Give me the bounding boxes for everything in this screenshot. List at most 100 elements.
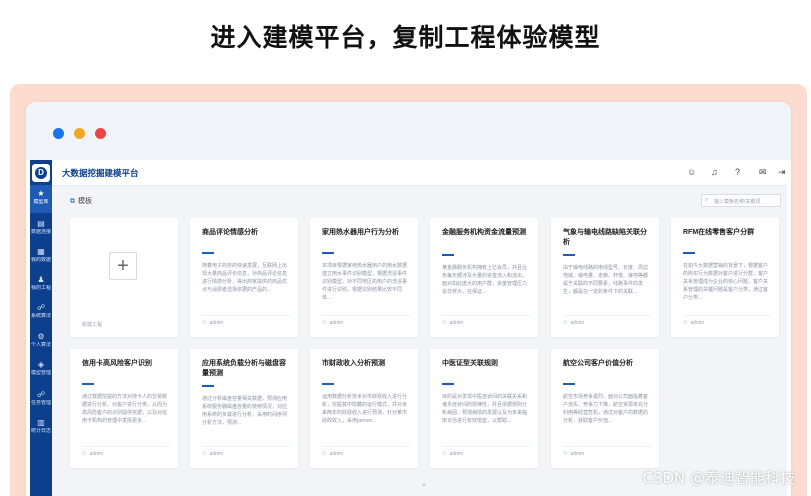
sidebar-item-5[interactable]: ⚙ 个人算法	[30, 328, 52, 356]
card-accent-bar	[442, 254, 454, 256]
card-author: ⚇ admin	[442, 320, 463, 326]
template-icon: ⧉	[70, 198, 75, 205]
new-project-label: 新建工程	[82, 322, 103, 328]
card-title: RFM在线零售客户分群	[683, 229, 755, 236]
sidebar-item-label: 个人算法	[30, 342, 51, 348]
template-card[interactable]: 气象与输电线路缺陷关联分析由于输电线路的电线型号、长度、周边地域、输电量、走廊、…	[551, 218, 659, 337]
section-header: ⧉ 模板	[70, 196, 92, 206]
card-title: 金融服务机构资金流量预测	[442, 229, 526, 236]
sidebar-item-3[interactable]: ♟ 我的工程	[30, 271, 52, 299]
sidebar-item-4[interactable]: ☍ 系统算法	[30, 299, 52, 327]
card-accent-bar	[442, 383, 454, 385]
card-author-name: admin	[209, 451, 224, 457]
user-icon: ⚇	[563, 320, 568, 326]
window-dot-red[interactable]	[95, 128, 106, 139]
search-input[interactable]: ⌕ 输入模板名称/关键词	[701, 194, 781, 207]
template-card[interactable]: 应用系统负载分析与磁盘容量预测 通过分析磁盘容量相关数据，预测应用系统服务器磁盘容…	[190, 349, 298, 468]
template-card[interactable]: 中医证型关联规则 目的是对发现中医症状间的关联关系和诸多症状间的规律性，并且依据规…	[430, 349, 538, 468]
help-icon[interactable]: ?	[735, 167, 740, 177]
sidebar-item-0[interactable]: ★ 模型库	[30, 185, 52, 213]
sidebar: D ★ 模型库 ▤ 数据连接 ▦ 我的数据 ♟ 我的工程 ☍ 系统算法 ⚙ 个人算法 ◈ 模型管理 ☍ 任务管…	[30, 160, 52, 496]
template-card[interactable]: RFM在线零售客户分群在如今大数据营销的背景下，根据客户的购买行为数据对客户进行…	[671, 218, 779, 337]
sidebar-item-6[interactable]: ◈ 模型管理	[30, 356, 52, 384]
sidebar-item-2[interactable]: ▦ 我的数据	[30, 243, 52, 271]
template-card[interactable]: 金融服务机构资金流量预测 某金融服务机构拥有上亿会员，并且业务每天都涉及大量的资金…	[430, 218, 538, 337]
template-card[interactable]: 市财政收入分析预测 运用数据分析技术对市财政收入进行分析，挖掘其中隐藏的运行模式，…	[310, 349, 418, 468]
card-divider	[202, 315, 290, 316]
logout-icon[interactable]: ⇥	[778, 167, 786, 177]
sidebar-item-label: 模型管理	[30, 370, 51, 376]
plus-icon[interactable]: +	[109, 252, 137, 280]
card-description: 由于输电线路的电线型号、长度、周边地域、输电量、走廊、杆塔、接地等都属于关联的不…	[563, 265, 649, 295]
search-icon: ⌕	[705, 197, 709, 203]
sidebar-item-label: 统计日志	[30, 428, 51, 434]
sidebar-item-label: 我的工程	[30, 285, 51, 291]
model-manage-icon: ◈	[37, 360, 45, 369]
card-divider	[683, 315, 771, 316]
card-description: 在如今大数据营销的背景下，根据客户的购买行为数据对客户进行分群，客户关系管理成为…	[683, 263, 769, 301]
app-title: 大数据挖掘建模平台	[62, 168, 139, 178]
card-title: 气象与输电线路缺陷关联分析	[563, 229, 647, 246]
app-container: D ★ 模型库 ▤ 数据连接 ▦ 我的数据 ♟ 我的工程 ☍ 系统算法 ⚙ 个人算法 ◈ 模型管理 ☍ 任务管…	[30, 160, 787, 496]
card-divider	[322, 315, 410, 316]
log-icon: ▥	[37, 418, 45, 427]
card-divider	[202, 446, 290, 447]
template-card[interactable]: 航空公司客户价值分析航空市场竞争激烈，面对公司面临着客户流失、竞争力下降，航空资…	[551, 349, 659, 468]
database-icon: ▤	[37, 219, 45, 228]
sidebar-item-label: 模型库	[33, 199, 49, 205]
card-author: ⚇ admin	[202, 451, 223, 457]
template-card[interactable]: 信用卡高风险客户识别通过数据挖掘的方法对持卡人的交易数据进行分析，对客户进行分类…	[70, 349, 178, 468]
template-card[interactable]: 商品评论情感分析 随着电子商务的快速发展，互联网上出现大量商品评论信息，对商品评论…	[190, 218, 298, 337]
bell-icon[interactable]: ♫	[711, 167, 718, 177]
user-icon: ⚇	[82, 451, 87, 457]
card-divider	[442, 446, 530, 447]
sidebar-item-8[interactable]: ▥ 统计日志	[30, 414, 52, 442]
card-author: ⚇ admin	[683, 320, 704, 326]
template-card[interactable]: 家用热水器用户行为分析本项目根据家用热水器用户的用水数据建立用水事件识别模型，根…	[310, 218, 418, 337]
sidebar-item-1[interactable]: ▤ 数据连接	[30, 215, 52, 243]
card-author: ⚇ admin	[442, 451, 463, 457]
window-dot-yellow[interactable]	[74, 128, 85, 139]
browser-window: D ★ 模型库 ▤ 数据连接 ▦ 我的数据 ♟ 我的工程 ☍ 系统算法 ⚙ 个人算法 ◈ 模型管理 ☍ 任务管…	[26, 102, 791, 496]
user-icon[interactable]: ☺	[687, 167, 696, 177]
card-divider	[563, 315, 651, 316]
card-accent-bar	[202, 385, 214, 387]
user-icon: ⚇	[683, 320, 688, 326]
card-title: 信用卡高风险客户识别	[82, 360, 152, 367]
card-description: 通过数据挖掘的方法对持卡人的交易数据进行分析，对客户进行分类，从而为高风险客户的…	[82, 394, 168, 424]
card-accent-bar	[82, 383, 94, 385]
card-divider	[322, 446, 410, 447]
card-title: 航空公司客户价值分析	[563, 360, 633, 367]
window-dot-blue[interactable]	[53, 128, 64, 139]
user-icon: ⚇	[442, 320, 447, 326]
card-author-name: admin	[449, 320, 464, 326]
card-title: 家用热水器用户行为分析	[322, 229, 399, 236]
card-title: 市财政收入分析预测	[322, 360, 385, 367]
card-divider	[82, 446, 170, 447]
data-icon: ▦	[37, 247, 45, 256]
chevron-down-icon[interactable]: ⌄	[420, 478, 428, 489]
card-author: ⚇ admin	[322, 320, 343, 326]
card-accent-bar	[683, 252, 695, 254]
card-title: 中医证型关联规则	[442, 360, 498, 367]
project-icon: ♟	[37, 275, 45, 284]
card-description: 本项目根据家用热水器用户的用水数据建立用水事件识别模型，根据洗浴事件识别模型，对…	[322, 263, 408, 301]
user-icon: ⚇	[202, 451, 207, 457]
user-icon: ⚇	[202, 320, 207, 326]
card-accent-bar	[563, 254, 575, 256]
sidebar-item-label: 我的数据	[30, 257, 51, 263]
personal-algorithm-icon: ⚙	[37, 332, 45, 341]
card-author: ⚇ admin	[322, 451, 343, 457]
card-description: 通过分析磁盘容量相关数据，预测应用系统服务器磁盘容量的使用情况，对应用系统的负载…	[202, 396, 288, 426]
card-accent-bar	[322, 383, 334, 385]
card-description: 随着电子商务的快速发展，互联网上出现大量商品评论信息，对商品评论信息进行情感分析…	[202, 263, 288, 293]
section-title: 模板	[78, 198, 92, 205]
card-author-name: admin	[449, 451, 464, 457]
sidebar-item-7[interactable]: ☍ 任务管理	[30, 386, 52, 414]
card-description: 航空市场竞争激烈，面对公司面临着客户流失、竞争力下降，航空资源未充分利用等经营危…	[563, 394, 649, 424]
message-icon[interactable]: ✉	[759, 167, 767, 177]
new-project-card[interactable]: + 新建工程	[70, 218, 178, 337]
card-accent-bar	[563, 383, 575, 385]
sidebar-item-label: 任务管理	[30, 400, 51, 406]
search-placeholder: 输入模板名称/关键词	[714, 199, 761, 205]
